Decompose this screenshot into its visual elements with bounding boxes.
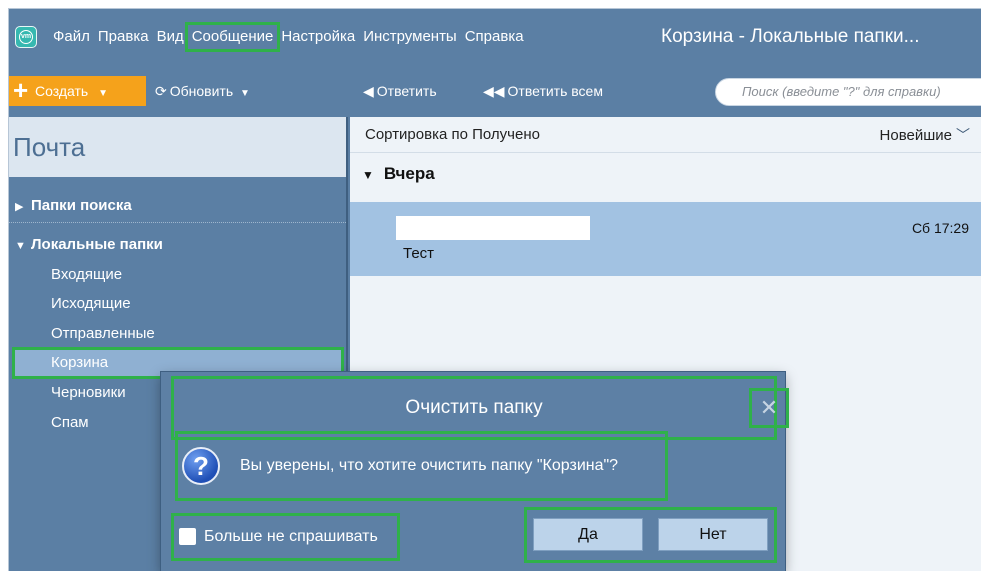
refresh-button-label: Обновить: [169, 83, 234, 99]
checkbox-box[interactable]: [179, 528, 196, 545]
window-title: Корзина - Локальные папки...: [661, 26, 920, 47]
sidebar-item-sent[interactable]: Отправленные: [9, 321, 346, 347]
sender-redacted: [396, 216, 590, 240]
empty-folder-dialog: Очистить папку ✕ ? Вы уверены, что хотит…: [161, 372, 789, 571]
reply-all-button[interactable]: ◀◀ Ответить всем: [483, 76, 603, 106]
collapse-arrow-icon[interactable]: ▼: [15, 232, 26, 260]
dont-ask-again-checkbox[interactable]: Больше не спрашивать: [171, 513, 400, 561]
menu-view[interactable]: Вид: [153, 25, 188, 49]
expand-arrow-icon[interactable]: ▶: [15, 193, 24, 221]
sort-order-dropdown[interactable]: Новейшие ﹀: [880, 117, 970, 154]
menu-help[interactable]: Справка: [461, 25, 528, 49]
reply-icon: ◀: [363, 83, 374, 99]
message-group-label: Вчера: [383, 164, 435, 183]
app-logo-icon[interactable]: vm: [15, 26, 37, 48]
message-list-header: Сортировка по Получено Новейшие ﹀: [350, 117, 981, 153]
refresh-button[interactable]: ⟳ Обновить ▼: [155, 76, 250, 106]
title-bar: vm Файл Правка Вид Сообщение Настройка И…: [9, 9, 981, 65]
create-button[interactable]: + Создать ▼: [9, 76, 146, 106]
dialog-button-group: Да Нет: [524, 507, 777, 563]
chevron-down-icon: ▼: [240, 88, 250, 99]
dialog-message-text: Вы уверены, что хотите очистить папку "К…: [240, 457, 619, 474]
reply-button-label: Ответить: [376, 83, 437, 99]
close-icon[interactable]: ✕: [749, 388, 789, 428]
chevron-down-icon: ﹀: [956, 127, 970, 143]
menu-edit[interactable]: Правка: [94, 25, 153, 49]
collapse-arrow-icon[interactable]: ▼: [362, 168, 374, 182]
sort-order-label: Новейшие: [879, 127, 952, 144]
menu-tools[interactable]: Инструменты: [359, 25, 461, 49]
message-row[interactable]: Тест Сб 17:29: [350, 202, 981, 276]
plus-icon: +: [13, 75, 29, 105]
sidebar-group-local-folders[interactable]: ▼ Локальные папки: [9, 231, 346, 259]
sidebar-divider: [9, 222, 346, 223]
sidebar-group-label: Папки поиска: [31, 197, 132, 214]
checkbox-label[interactable]: Больше не спрашивать: [204, 516, 378, 558]
dialog-message: ? Вы уверены, что хотите очистить папку …: [175, 431, 668, 501]
dialog-title-bar[interactable]: Очистить папку ✕: [171, 376, 789, 440]
message-time: Сб 17:29: [911, 220, 969, 236]
menu-bar: Файл Правка Вид Сообщение Настройка Инст…: [49, 22, 528, 52]
yes-button[interactable]: Да: [533, 518, 643, 551]
sidebar-item-outbox[interactable]: Исходящие: [9, 291, 346, 317]
message-subject: Тест: [403, 245, 435, 262]
sidebar-group-search-folders[interactable]: ▶ Папки поиска: [9, 192, 346, 220]
reply-all-icon: ◀◀: [483, 83, 505, 99]
message-group-header[interactable]: ▼ Вчера: [362, 161, 435, 188]
sidebar-item-inbox[interactable]: Входящие: [9, 262, 346, 288]
menu-file[interactable]: Файл: [49, 25, 94, 49]
menu-settings[interactable]: Настройка: [277, 25, 359, 49]
create-button-label: Создать: [35, 83, 89, 99]
question-icon: ?: [182, 447, 220, 485]
menu-message[interactable]: Сообщение: [184, 22, 281, 52]
reply-all-button-label: Ответить всем: [507, 83, 603, 99]
toolbar: + Создать ▼ ⟳ Обновить ▼ ◀ Ответить ◀◀ Отве…: [9, 65, 981, 117]
search-input[interactable]: Поиск (введите "?" для справки): [715, 78, 981, 106]
chevron-down-icon: ▼: [98, 88, 109, 99]
no-button[interactable]: Нет: [658, 518, 768, 551]
sidebar-title: Почта: [9, 117, 346, 177]
sort-label[interactable]: Сортировка по Получено: [365, 126, 540, 143]
dialog-title: Очистить папку: [405, 397, 543, 418]
refresh-icon: ⟳: [155, 83, 167, 99]
sidebar-group-label: Локальные папки: [31, 236, 163, 253]
reply-button[interactable]: ◀ Ответить: [363, 76, 437, 106]
